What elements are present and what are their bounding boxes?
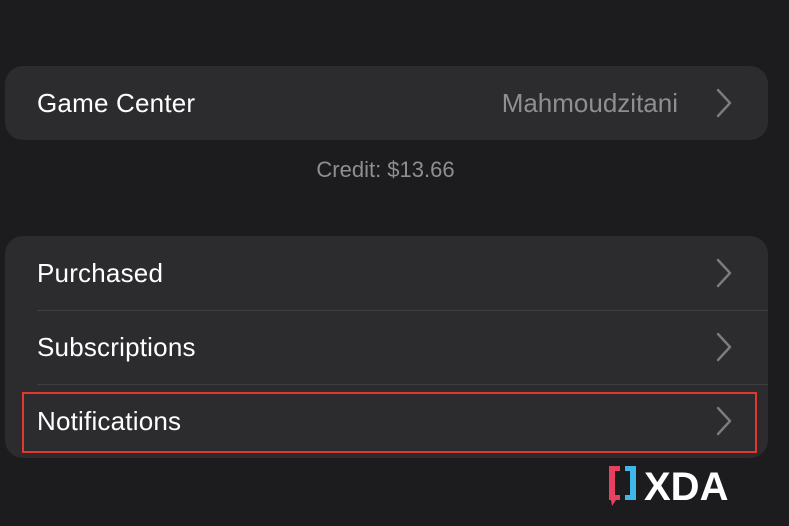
chevron-right-icon [716,88,732,118]
chevron-right-icon [716,406,732,436]
game-center-group: Game Center Mahmoudzitani [5,66,768,140]
chevron-right-icon [716,332,732,362]
notifications-row[interactable]: Notifications [5,384,768,458]
xda-logo-text: XDA [644,465,728,508]
game-center-label: Game Center [37,87,196,118]
account-menu-group: Purchased Subscriptions Notifications [5,236,768,458]
subscriptions-label: Subscriptions [37,331,196,362]
xda-logo: XDA [609,465,728,508]
purchased-row[interactable]: Purchased [5,236,768,310]
xda-bracket-left [609,466,620,506]
subscriptions-row[interactable]: Subscriptions [5,310,768,384]
game-center-username: Mahmoudzitani [501,87,678,118]
credit-balance: Credit: $13.66 [316,157,455,182]
purchased-label: Purchased [37,257,164,288]
notifications-label: Notifications [37,405,182,436]
game-center-row[interactable]: Game Center Mahmoudzitani [5,66,768,140]
xda-bracket-right [625,466,636,500]
chevron-right-icon [716,258,732,288]
